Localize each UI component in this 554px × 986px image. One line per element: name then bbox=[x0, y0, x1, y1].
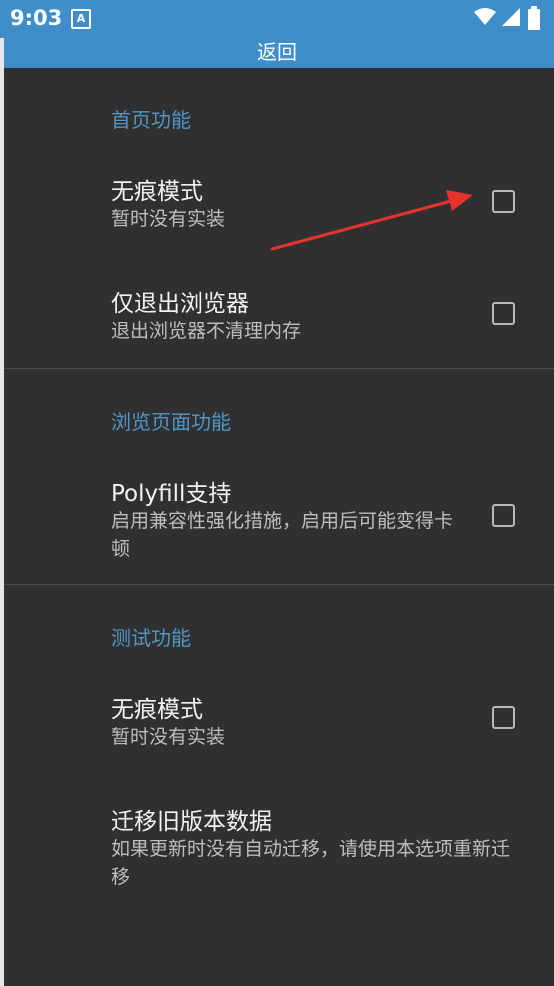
app-notification-icon: A bbox=[71, 9, 91, 29]
setting-polyfill[interactable]: Polyfill支持 启用兼容性强化措施，启用后可能变得卡顿 bbox=[4, 474, 554, 564]
signal-icon bbox=[502, 8, 520, 26]
status-time: 9:03 bbox=[10, 6, 63, 30]
exit-browser-only-checkbox[interactable] bbox=[492, 302, 515, 325]
setting-title: 无痕模式 bbox=[111, 179, 203, 205]
setting-subtitle: 如果更新时没有自动迁移，请使用本选项重新迁移 bbox=[111, 838, 511, 888]
setting-incognito-home[interactable]: 无痕模式 暂时没有实装 bbox=[4, 172, 554, 242]
polyfill-checkbox[interactable] bbox=[492, 504, 515, 527]
incognito-test-checkbox[interactable] bbox=[492, 706, 515, 729]
wifi-icon bbox=[474, 8, 496, 25]
setting-subtitle: 暂时没有实装 bbox=[111, 208, 226, 230]
section-header-homepage: 首页功能 bbox=[111, 108, 191, 132]
setting-title: 仅退出浏览器 bbox=[111, 291, 249, 317]
section-header-testing: 测试功能 bbox=[111, 626, 191, 650]
settings-panel: 首页功能 无痕模式 暂时没有实装 仅退出浏览器 退出浏览器不清理内存 浏览页面功… bbox=[4, 68, 554, 986]
setting-subtitle: 暂时没有实装 bbox=[111, 726, 226, 748]
section-header-browsing: 浏览页面功能 bbox=[111, 410, 231, 434]
battery-icon bbox=[528, 6, 540, 30]
setting-subtitle: 启用兼容性强化措施，启用后可能变得卡顿 bbox=[111, 510, 454, 560]
section-divider bbox=[4, 368, 554, 369]
setting-title: Polyfill支持 bbox=[111, 481, 232, 507]
setting-subtitle: 退出浏览器不清理内存 bbox=[111, 320, 302, 342]
back-button[interactable]: 返回 bbox=[0, 38, 554, 68]
setting-title: 无痕模式 bbox=[111, 697, 203, 723]
section-divider bbox=[4, 584, 554, 585]
setting-incognito-test[interactable]: 无痕模式 暂时没有实装 bbox=[4, 690, 554, 760]
setting-exit-browser-only[interactable]: 仅退出浏览器 退出浏览器不清理内存 bbox=[4, 284, 554, 354]
setting-title: 迁移旧版本数据 bbox=[111, 809, 272, 835]
status-bar: 9:03 A bbox=[0, 0, 554, 38]
setting-migrate-data[interactable]: 迁移旧版本数据 如果更新时没有自动迁移，请使用本选项重新迁移 bbox=[4, 802, 554, 892]
title-bar: 返回 bbox=[0, 38, 554, 68]
incognito-home-checkbox[interactable] bbox=[492, 190, 515, 213]
